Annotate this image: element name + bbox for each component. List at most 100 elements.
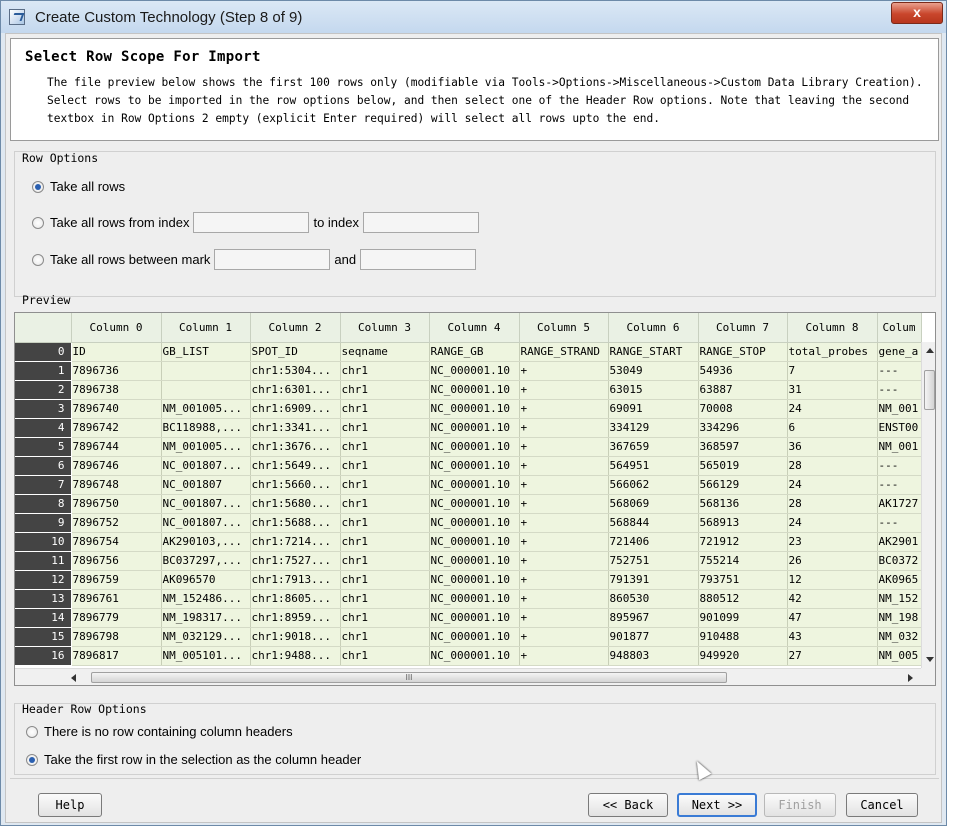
table-cell: chr1 [340,380,430,400]
column-header[interactable]: Column 2 [250,313,341,343]
table-cell: chr1 [340,456,430,476]
table-row[interactable]: 15 7896798 NM_032129... chr1:9018... chr1 NC_… [15,627,922,647]
table-cell: 895967 [608,608,699,628]
table-row[interactable]: 1 7896736 chr1:5304... chr1 NC_000001.10 +530… [15,361,922,381]
header-row-options-label: Header Row Options [22,702,147,716]
table-cell: + [519,551,609,571]
table-cell: 568913 [698,513,788,533]
from-index-input[interactable] [193,212,310,233]
row-number-header [15,313,72,343]
table-row[interactable]: 6 7896746 NC_001807... chr1:5649... chr1 NC_0… [15,456,922,476]
table-cell: NM_032 [877,627,922,647]
column-header[interactable]: Column 4 [429,313,520,343]
table-cell: --- [877,513,922,533]
radio-no-header[interactable] [26,725,38,738]
table-cell: NC_000001.10 [429,589,520,609]
table-cell [161,380,251,400]
table-row[interactable]: 4 7896742 BC118988,... chr1:3341... chr1 NC_0… [15,418,922,438]
table-cell: 12 [787,570,878,590]
table-row[interactable]: 13 7896761 NM_152486... chr1:8605... chr1 NC_… [15,589,922,609]
option-all-rows[interactable]: Take all rows [32,179,125,194]
table-cell: NC_000001.10 [429,513,520,533]
table-cell: chr1 [340,532,430,552]
table-cell: 752751 [608,551,699,571]
table-cell: + [519,380,609,400]
next-button[interactable]: Next >> [677,793,757,817]
table-row[interactable]: 2 7896738 chr1:6301... chr1 NC_000001.10 +630… [15,380,922,400]
radio-first-row-header[interactable] [26,753,38,766]
cancel-button[interactable]: Cancel [846,793,918,817]
finish-button[interactable]: Finish [764,793,836,817]
table-cell: chr1 [340,551,430,571]
table-cell: NC_000001.10 [429,456,520,476]
table-cell: NM_005101... [161,646,251,666]
table-cell: 31 [787,380,878,400]
scroll-right-icon[interactable] [908,674,913,682]
row-number: 4 [15,418,72,438]
option-between-mark[interactable]: Take all rows between mark and [32,249,480,270]
option-from-index[interactable]: Take all rows from index to index [32,212,483,233]
table-cell: chr1 [340,570,430,590]
table-row[interactable]: 12 7896759 AK096570 chr1:7913... chr1 NC_0000… [15,570,922,590]
table-cell: 949920 [698,646,788,666]
column-header[interactable]: Column 1 [161,313,251,343]
table-cell: 69091 [608,399,699,419]
radio-between-mark[interactable] [32,253,44,266]
dialog-content: Select Row Scope For Import The file pre… [5,33,942,823]
scroll-up-icon[interactable] [926,348,934,353]
to-index-input[interactable] [363,212,479,233]
table-row[interactable]: 11 7896756 BC037297,... chr1:7527... chr1 NC_… [15,551,922,571]
table-cell: 721406 [608,532,699,552]
table-cell: 901099 [698,608,788,628]
table-row[interactable]: 8 7896750 NC_001807... chr1:5680... chr1 NC_0… [15,494,922,514]
table-cell: 755214 [698,551,788,571]
table-cell: 564951 [608,456,699,476]
table-row[interactable]: 5 7896744 NM_001005... chr1:3676... chr1 NC_0… [15,437,922,457]
option-first-row-header[interactable]: Take the first row in the selection as t… [26,752,361,767]
row-number: 6 [15,456,72,476]
horizontal-scrollbar[interactable]: III [15,668,921,685]
mark-end-input[interactable] [360,249,477,270]
table-cell: NC_000001.10 [429,570,520,590]
vertical-scroll-thumb[interactable] [924,370,935,410]
table-row[interactable]: 14 7896779 NM_198317... chr1:8959... chr1 NC_… [15,608,922,628]
vertical-scrollbar[interactable] [921,342,935,668]
scroll-down-icon[interactable] [926,657,934,662]
between-mark-label: Take all rows between mark [50,252,211,267]
column-header[interactable]: Column 6 [608,313,699,343]
column-header[interactable]: Column 3 [340,313,430,343]
table-row[interactable]: 16 7896817 NM_005101... chr1:9488... chr1 NC_… [15,646,922,666]
table-row[interactable]: 3 7896740 NM_001005... chr1:6909... chr1 NC_0… [15,399,922,419]
help-button[interactable]: Help [38,793,102,817]
column-header[interactable]: Colum [877,313,922,343]
table-row[interactable]: 0 ID GB_LIST SPOT_ID seqname RANGE_GB RANGE_ST… [15,342,922,362]
table-cell: NM_152 [877,589,922,609]
table-cell: chr1:7913... [250,570,341,590]
back-button[interactable]: << Back [588,793,668,817]
column-header[interactable]: Column 7 [698,313,788,343]
radio-from-index[interactable] [32,216,44,229]
option-no-header[interactable]: There is no row containing column header… [26,724,293,739]
horizontal-scroll-thumb[interactable]: III [91,672,727,683]
table-cell: 568069 [608,494,699,514]
table-cell: chr1 [340,608,430,628]
scroll-left-icon[interactable] [71,674,76,682]
table-cell: chr1 [340,646,430,666]
table-cell: 63015 [608,380,699,400]
table-cell: 7896738 [71,380,162,400]
mark-start-input[interactable] [214,249,331,270]
table-cell: 7896752 [71,513,162,533]
row-number: 10 [15,532,72,552]
table-cell: chr1 [340,437,430,457]
column-header[interactable]: Column 8 [787,313,878,343]
column-header[interactable]: Column 0 [71,313,162,343]
table-cell: 565019 [698,456,788,476]
close-button[interactable]: x [891,2,943,24]
table-row[interactable]: 10 7896754 AK290103,... chr1:7214... chr1 NC_… [15,532,922,552]
step-header-panel: Select Row Scope For Import The file pre… [10,38,939,141]
table-row[interactable]: 7 7896748 NC_001807 chr1:5660... chr1 NC_0000… [15,475,922,495]
radio-all-rows[interactable] [32,180,44,193]
column-header[interactable]: Column 5 [519,313,609,343]
table-cell: 53049 [608,361,699,381]
table-row[interactable]: 9 7896752 NC_001807... chr1:5688... chr1 NC_0… [15,513,922,533]
